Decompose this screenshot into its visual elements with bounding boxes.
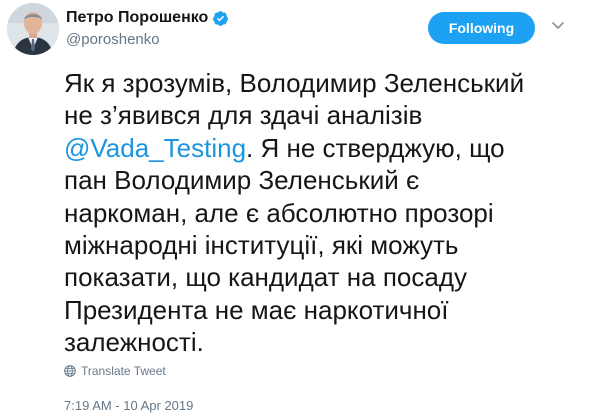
tweet-line: пан Володимир Зеленський є [64,165,420,196]
tweet-line-rest: . Я не стверджую, що [246,132,505,163]
avatar-image [7,3,59,55]
display-name[interactable]: Петро Порошенко [66,9,208,27]
tweet-line: не з’явився для здачі аналізів [64,100,423,131]
globe-icon [64,365,76,377]
tweet-card: Петро Порошенко @poroshenko Following Як… [0,0,590,418]
translate-tweet-link[interactable]: Translate Tweet [64,364,166,378]
tweet-text: Як я зрозумів, Володимир Зеленський не з… [64,67,564,359]
verified-badge-icon [212,10,229,27]
tweet-line: міжнародні інституції, які можуть [64,230,459,261]
tweet-line: Як я зрозумів, Володимир Зеленський [64,68,525,98]
user-handle[interactable]: @poroshenko [66,31,160,48]
tweet-line: показати, що кандидат на посаду [64,262,467,293]
mention-link[interactable]: @Vada_Testing [64,133,246,163]
following-button[interactable]: Following [428,12,535,44]
tweet-line-with-mention: @Vada_Testing. Я не стверджую, що [64,132,564,164]
tweet-line: залежності. [64,327,204,358]
translate-label: Translate Tweet [81,364,166,378]
tweet-line: наркоман, але є абсолютно прозорі [64,197,494,228]
avatar[interactable] [7,3,59,55]
tweet-timestamp[interactable]: 7:19 AM - 10 Apr 2019 [64,398,193,413]
tweet-line: Президента не має наркотичної [64,294,449,325]
user-name-row: Петро Порошенко [66,8,229,28]
chevron-down-icon[interactable] [550,17,566,33]
